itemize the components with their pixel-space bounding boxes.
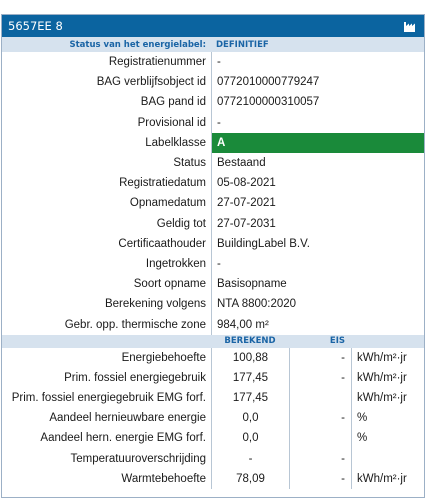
energy-berekend: 177,45 (211, 367, 289, 388)
energy-unit (351, 448, 424, 469)
energy-unit: kWh/m²·jr (351, 388, 424, 409)
status-section-value: DEFINITIEF (216, 39, 269, 50)
energy-unit: kWh/m²·jr (351, 367, 424, 388)
factory-icon[interactable] (402, 19, 418, 33)
energy-unit: % (351, 428, 424, 449)
status-section-header: Status van het energielabel: DEFINITIEF (2, 37, 424, 52)
energy-row: Aandeel hernieuwbare energie 0,0-% (2, 408, 424, 429)
field-row: Registratienummer - (2, 52, 424, 73)
energy-eis: - (289, 448, 351, 469)
energy-key: Prim. fossiel energiegebruik EMG forf. (11, 392, 206, 405)
energy-eis: - (289, 347, 351, 368)
field-row: Gebr. opp. thermische zone 984,00 m² (2, 314, 424, 335)
energy-unit: kWh/m²·jr (351, 468, 424, 489)
energy-key: Prim. fossiel energiegebruik (64, 371, 206, 384)
field-key: Labelklasse (145, 136, 206, 149)
field-value: NTA 8800:2020 (211, 294, 424, 315)
energy-berekend: 78,09 (211, 468, 289, 489)
field-value: Basisopname (211, 274, 424, 295)
energy-key: Aandeel hern. energie EMG forf. (40, 432, 206, 445)
field-row: Provisional id - (2, 112, 424, 133)
field-key: Registratienummer (108, 56, 206, 69)
status-section-label: Status van het energielabel: (69, 39, 206, 50)
energy-berekend: 0,0 (211, 408, 289, 429)
field-key: Opnamedatum (129, 197, 206, 210)
field-row: Ingetrokken - (2, 253, 424, 275)
energy-berekend: 100,88 (211, 347, 289, 368)
field-value: 0772010000779247 (211, 72, 424, 93)
field-key: Gebr. opp. thermische zone (64, 318, 206, 331)
field-key: Status (173, 157, 206, 170)
field-key: BAG verblijfsobject id (96, 76, 206, 89)
field-key: BAG pand id (140, 96, 206, 109)
energy-eis (289, 388, 351, 409)
energy-row: Temperatuuroverschrijding - - (2, 448, 424, 469)
eis-header: EIS (329, 336, 345, 347)
field-value: 0772100000310057 (211, 92, 424, 113)
energy-unit: kWh/m²·jr (351, 347, 424, 368)
energy-row: Warmtebehoefte 78,09- kWh/m²·jr (2, 468, 424, 489)
energy-row: Aandeel hern. energie EMG forf. 0,0% (2, 428, 424, 449)
field-list: Registratienummer - BAG verblijfsobject i… (2, 52, 424, 335)
field-value: Bestaand (211, 152, 424, 174)
field-row: BAG pand id 0772100000310057 (2, 92, 424, 113)
energy-key: Temperatuuroverschrijding (70, 452, 206, 465)
energy-eis: - (289, 468, 351, 489)
field-row: Certificaathouder BuildingLabel B.V. (2, 233, 424, 254)
energy-row: Energiebehoefte 100,88- kWh/m²·jr (2, 347, 424, 368)
energy-eis: - (289, 367, 351, 388)
energy-key: Warmtebehoefte (121, 472, 206, 485)
field-key: Soort opname (133, 278, 206, 291)
field-value: 05-08-2021 (211, 173, 424, 194)
field-value: 27-07-2021 (211, 193, 424, 214)
field-value: - (211, 52, 424, 73)
energy-berekend: - (211, 448, 289, 469)
field-row: Status Bestaand (2, 152, 424, 174)
field-row: Opnamedatum 27-07-2021 (2, 193, 424, 214)
energy-row: Prim. fossiel energiegebruik 177,45- kWh/m… (2, 367, 424, 388)
field-key: Registratiedatum (119, 177, 206, 190)
energy-berekend: 0,0 (211, 428, 289, 449)
field-key: Geldig tot (156, 217, 206, 230)
field-key: Certificaathouder (118, 237, 206, 250)
field-row: BAG verblijfsobject id 0772010000779247 (2, 72, 424, 93)
energy-berekend: 177,45 (211, 388, 289, 409)
energy-row: Prim. fossiel energiegebruik EMG forf. 17… (2, 388, 424, 409)
field-row: Geldig tot 27-07-2031 (2, 213, 424, 234)
energy-unit: % (351, 408, 424, 429)
energy-eis: - (289, 408, 351, 429)
energy-key: Aandeel hernieuwbare energie (49, 412, 206, 425)
energy-key: Energiebehoefte (121, 351, 206, 364)
panel-titlebar: 5657EE 8 (2, 15, 424, 37)
field-row: Registratiedatum 05-08-2021 (2, 173, 424, 194)
field-row: Berekening volgens NTA 8800:2020 (2, 294, 424, 315)
energy-table: Energiebehoefte 100,88- kWh/m²·jr Prim. fo… (2, 347, 424, 489)
field-key: Berekening volgens (104, 298, 206, 311)
panel-title: 5657EE 8 (8, 19, 63, 33)
field-value: - (211, 112, 424, 133)
field-key: Ingetrokken (145, 257, 206, 270)
energy-label-panel: 5657EE 8 Status van het energielabel: DE… (1, 14, 425, 498)
label-class-badge: A (211, 132, 424, 153)
field-row: Soort opname Basisopname (2, 274, 424, 295)
field-key: Provisional id (137, 116, 206, 129)
berekend-header: BEREKEND (224, 336, 276, 347)
field-row-labelklasse: Labelklasse A (2, 132, 424, 153)
field-value: - (211, 253, 424, 275)
energy-section-header: BEREKEND EIS (2, 334, 424, 348)
energy-eis (289, 428, 351, 449)
field-value: BuildingLabel B.V. (211, 233, 424, 254)
field-value: 984,00 m² (211, 314, 424, 335)
field-value: 27-07-2031 (211, 213, 424, 234)
